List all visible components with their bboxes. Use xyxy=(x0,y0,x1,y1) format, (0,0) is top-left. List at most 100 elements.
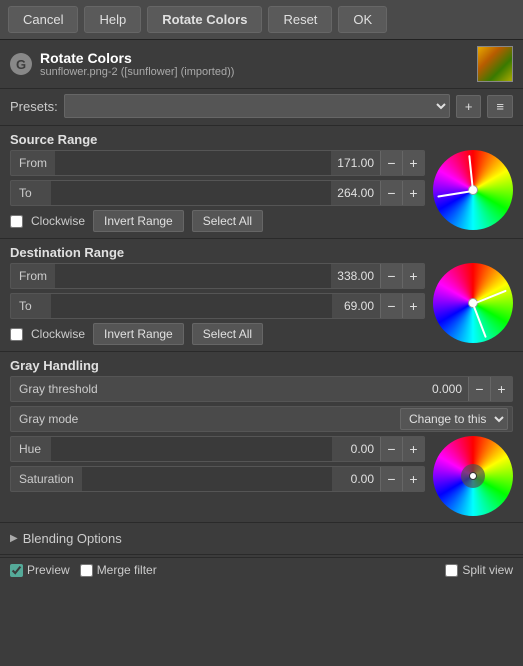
blending-options-label: Blending Options xyxy=(23,531,122,546)
destination-wheel-needle-to xyxy=(472,304,487,338)
source-options-row: Clockwise Invert Range Select All xyxy=(10,210,425,232)
source-to-value: 264.00 xyxy=(331,186,380,200)
destination-color-wheel[interactable] xyxy=(433,263,513,343)
merge-filter-label[interactable]: Merge filter xyxy=(80,563,157,577)
destination-select-all-button[interactable]: Select All xyxy=(192,323,263,345)
destination-range-block: From 338.00 − + To 69.00 − + Clockwise I… xyxy=(0,263,523,349)
huesat-controls: Hue 0.00 − + Saturation 0.00 − + xyxy=(10,436,425,496)
saturation-row: Saturation 0.00 − + xyxy=(10,466,425,492)
presets-row: Presets: + ≡ xyxy=(0,89,523,123)
presets-menu-button[interactable]: ≡ xyxy=(487,95,513,118)
dialog-title: Rotate Colors xyxy=(40,50,234,66)
saturation-label: Saturation xyxy=(11,472,82,486)
split-view-checkbox[interactable] xyxy=(445,564,458,577)
hue-plus-button[interactable]: + xyxy=(402,437,424,461)
hue-label: Hue xyxy=(11,442,51,456)
destination-to-slider[interactable] xyxy=(51,294,332,318)
preview-label[interactable]: Preview xyxy=(10,563,70,577)
destination-range-controls: From 338.00 − + To 69.00 − + Clockwise I… xyxy=(10,263,425,345)
destination-invert-button[interactable]: Invert Range xyxy=(93,323,184,345)
gray-mode-row: Gray mode Change to this xyxy=(10,406,513,432)
blending-options-row[interactable]: ▶ Blending Options xyxy=(0,525,523,552)
gray-handling-section: Gray threshold 0.000 − + Gray mode Chang… xyxy=(0,376,523,432)
presets-add-button[interactable]: + xyxy=(456,95,482,118)
source-from-plus-button[interactable]: + xyxy=(402,151,424,175)
destination-to-plus-button[interactable]: + xyxy=(402,294,424,318)
gray-threshold-label: Gray threshold xyxy=(11,382,414,396)
destination-clockwise-checkbox[interactable] xyxy=(10,328,23,341)
destination-range-label: Destination Range xyxy=(0,241,523,263)
source-color-wheel-container xyxy=(433,150,513,230)
huesat-block: Hue 0.00 − + Saturation 0.00 − + xyxy=(0,436,523,520)
split-view-option[interactable]: Split view xyxy=(445,563,513,577)
rotate-colors-button[interactable]: Rotate Colors xyxy=(147,6,262,33)
merge-filter-checkbox[interactable] xyxy=(80,564,93,577)
source-to-minus-button[interactable]: − xyxy=(380,181,402,205)
source-invert-button[interactable]: Invert Range xyxy=(93,210,184,232)
presets-label: Presets: xyxy=(10,99,58,114)
hue-slider[interactable] xyxy=(51,437,332,461)
ok-button[interactable]: OK xyxy=(338,6,387,33)
source-select-all-button[interactable]: Select All xyxy=(192,210,263,232)
source-from-value: 171.00 xyxy=(331,156,380,170)
hue-row: Hue 0.00 − + xyxy=(10,436,425,462)
source-to-row: To 264.00 − + xyxy=(10,180,425,206)
saturation-minus-button[interactable]: − xyxy=(380,467,402,491)
source-to-slider[interactable] xyxy=(51,181,331,205)
saturation-value: 0.00 xyxy=(332,472,380,486)
destination-from-slider[interactable] xyxy=(55,264,331,288)
source-from-label: From xyxy=(11,156,55,170)
source-to-label: To xyxy=(11,186,51,200)
presets-select[interactable] xyxy=(64,94,450,118)
source-from-minus-button[interactable]: − xyxy=(380,151,402,175)
destination-to-value: 69.00 xyxy=(332,299,380,313)
reset-button[interactable]: Reset xyxy=(268,6,332,33)
hue-minus-button[interactable]: − xyxy=(380,437,402,461)
saturation-slider[interactable] xyxy=(82,467,332,491)
hue-value: 0.00 xyxy=(332,442,380,456)
saturation-plus-button[interactable]: + xyxy=(402,467,424,491)
destination-from-plus-button[interactable]: + xyxy=(402,264,424,288)
gray-threshold-row: Gray threshold 0.000 − + xyxy=(10,376,513,402)
destination-clockwise-label[interactable]: Clockwise xyxy=(31,327,85,341)
destination-color-wheel-container xyxy=(433,263,513,343)
source-from-slider[interactable] xyxy=(55,151,331,175)
destination-from-value: 338.00 xyxy=(331,269,380,283)
source-clockwise-checkbox[interactable] xyxy=(10,215,23,228)
destination-to-row: To 69.00 − + xyxy=(10,293,425,319)
blending-arrow-icon: ▶ xyxy=(10,533,18,544)
source-range-controls: From 171.00 − + To 264.00 − + Clockwise … xyxy=(10,150,425,232)
top-toolbar: Cancel Help Rotate Colors Reset OK xyxy=(0,0,523,40)
gray-color-wheel-container xyxy=(433,436,513,516)
source-color-wheel[interactable] xyxy=(433,150,513,230)
source-from-row: From 171.00 − + xyxy=(10,150,425,176)
source-range-label: Source Range xyxy=(0,128,523,150)
destination-wheel-needle-from xyxy=(473,290,507,305)
gray-handling-label: Gray Handling xyxy=(0,354,523,376)
gray-mode-select[interactable]: Change to this xyxy=(400,408,508,430)
destination-from-label: From xyxy=(11,269,55,283)
source-wheel-needle-from xyxy=(437,190,473,198)
image-thumbnail xyxy=(477,46,513,82)
destination-to-label: To xyxy=(11,299,51,313)
dialog-subtitle: sunflower.png-2 ([sunflower] (imported)) xyxy=(40,66,234,78)
header: G Rotate Colors sunflower.png-2 ([sunflo… xyxy=(0,40,523,89)
source-clockwise-label[interactable]: Clockwise xyxy=(31,214,85,228)
destination-from-minus-button[interactable]: − xyxy=(380,264,402,288)
bottom-bar: Preview Merge filter Split view xyxy=(0,557,523,582)
cancel-button[interactable]: Cancel xyxy=(8,6,78,33)
help-button[interactable]: Help xyxy=(84,6,141,33)
gray-threshold-minus-button[interactable]: − xyxy=(468,377,490,401)
preview-checkbox[interactable] xyxy=(10,564,23,577)
app-icon: G xyxy=(10,53,32,75)
destination-to-minus-button[interactable]: − xyxy=(380,294,402,318)
gray-threshold-value: 0.000 xyxy=(414,382,468,396)
gray-wheel-dot xyxy=(469,472,477,480)
destination-options-row: Clockwise Invert Range Select All xyxy=(10,323,425,345)
gray-threshold-plus-button[interactable]: + xyxy=(490,377,512,401)
gray-mode-label: Gray mode xyxy=(11,412,400,426)
source-range-block: From 171.00 − + To 264.00 − + Clockwise … xyxy=(0,150,523,236)
gray-color-wheel[interactable] xyxy=(433,436,513,516)
destination-from-row: From 338.00 − + xyxy=(10,263,425,289)
source-to-plus-button[interactable]: + xyxy=(402,181,424,205)
